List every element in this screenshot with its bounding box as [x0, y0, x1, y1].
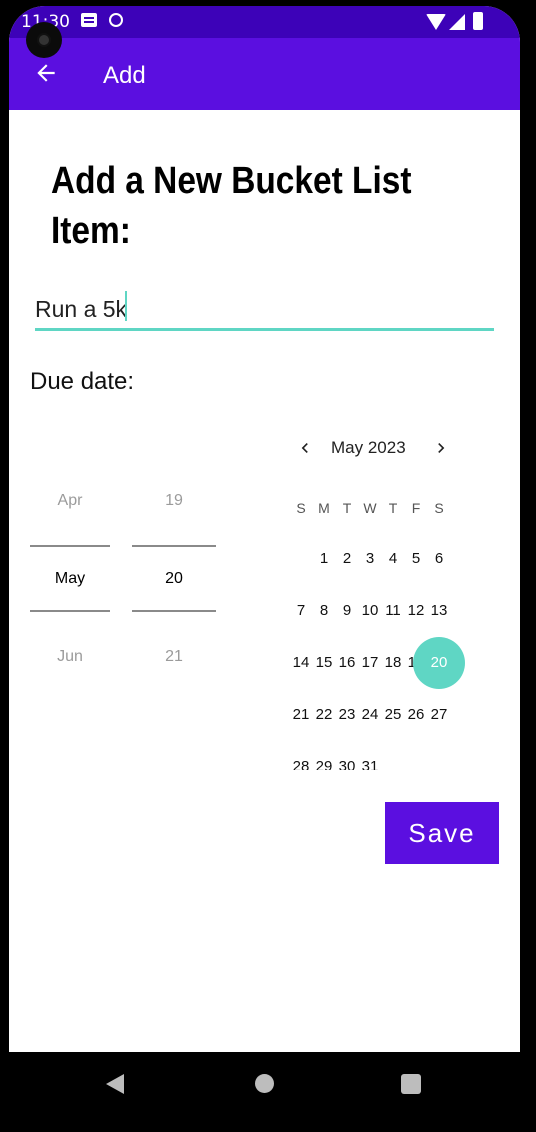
- calendar-day[interactable]: 5: [404, 550, 428, 567]
- calendar-day[interactable]: 2: [335, 550, 359, 567]
- calendar-day[interactable]: 20: [427, 654, 451, 671]
- screen: 11:30 Add Add a New Bucket List Item: Du…: [9, 6, 520, 1052]
- calendar-day[interactable]: 16: [335, 654, 359, 671]
- spinner-month-prev[interactable]: Apr: [30, 492, 110, 510]
- save-button[interactable]: Save: [385, 802, 499, 864]
- calendar-day[interactable]: 29: [312, 758, 336, 770]
- spinner-month-current[interactable]: May: [30, 570, 110, 588]
- spinner-month-divider-bottom: [30, 610, 110, 612]
- calendar-day[interactable]: 11: [381, 602, 405, 619]
- calendar-day[interactable]: 7: [289, 602, 313, 619]
- calendar-day[interactable]: 15: [312, 654, 336, 671]
- status-bar: 11:30: [9, 6, 520, 38]
- debug-icon: [109, 13, 123, 27]
- page-heading: Add a New Bucket List Item:: [51, 160, 412, 252]
- chevron-left-icon[interactable]: [295, 438, 315, 458]
- text-cursor: [125, 291, 127, 321]
- calendar-day[interactable]: 3: [358, 550, 382, 567]
- calendar-day[interactable]: 10: [358, 602, 382, 619]
- spinner-day-divider-bottom: [132, 610, 216, 612]
- signal-icon: [449, 14, 465, 30]
- calendar-day[interactable]: 12: [404, 602, 428, 619]
- calendar-day[interactable]: 1: [312, 550, 336, 567]
- calendar-day[interactable]: 22: [312, 706, 336, 723]
- calendar-weekday: M: [318, 500, 330, 516]
- calendar: May 2023 S M T W T F S 1 2 3 4 5 6 7 8 9 10 11 12 13 14 15 16 1…: [289, 426, 489, 770]
- calendar-day[interactable]: 4: [381, 550, 405, 567]
- calendar-day[interactable]: 9: [335, 602, 359, 619]
- calendar-day[interactable]: 24: [358, 706, 382, 723]
- spinner-day-prev[interactable]: 19: [134, 492, 214, 510]
- due-date-label: Due date:: [30, 368, 135, 395]
- calendar-day[interactable]: 21: [289, 706, 313, 723]
- phone-frame: 11:30 Add Add a New Bucket List Item: Du…: [0, 0, 536, 1132]
- app-bar: Add: [9, 38, 520, 110]
- nav-recents-icon[interactable]: [401, 1074, 421, 1094]
- calendar-day[interactable]: 27: [427, 706, 451, 723]
- arrow-left-icon[interactable]: [33, 60, 59, 86]
- calendar-day[interactable]: 25: [381, 706, 405, 723]
- nav-back-icon[interactable]: [106, 1074, 124, 1094]
- calendar-day[interactable]: 28: [289, 758, 313, 770]
- calendar-weekday: F: [411, 500, 421, 516]
- calendar-day[interactable]: 17: [358, 654, 382, 671]
- item-title-input[interactable]: [35, 290, 494, 331]
- spinner-month-next[interactable]: Jun: [30, 648, 110, 666]
- camera-cutout: [26, 22, 62, 58]
- calendar-weekday: T: [388, 500, 398, 516]
- chevron-right-icon[interactable]: [431, 438, 451, 458]
- spinner-day-divider-top: [132, 545, 216, 547]
- app-title: Add: [103, 62, 146, 89]
- calendar-day[interactable]: 26: [404, 706, 428, 723]
- calendar-weekday: T: [342, 500, 352, 516]
- calendar-weekday: S: [434, 500, 444, 516]
- calendar-day[interactable]: 6: [427, 550, 451, 567]
- calendar-day[interactable]: 18: [381, 654, 405, 671]
- spinner-month-divider-top: [30, 545, 110, 547]
- calendar-weekday: S: [296, 500, 306, 516]
- calendar-month-title: May 2023: [331, 438, 406, 457]
- notification-icon: [81, 13, 97, 27]
- calendar-day[interactable]: 30: [335, 758, 359, 770]
- battery-icon: [473, 12, 483, 30]
- calendar-day[interactable]: 14: [289, 654, 313, 671]
- spinner-day-current[interactable]: 20: [134, 570, 214, 588]
- calendar-day[interactable]: 31: [358, 758, 382, 770]
- calendar-day[interactable]: 8: [312, 602, 336, 619]
- calendar-day[interactable]: 13: [427, 602, 451, 619]
- wifi-icon: [426, 14, 446, 30]
- spinner-day-next[interactable]: 21: [134, 648, 214, 666]
- calendar-weekday: W: [363, 500, 377, 516]
- nav-home-icon[interactable]: [255, 1074, 274, 1093]
- calendar-day[interactable]: 23: [335, 706, 359, 723]
